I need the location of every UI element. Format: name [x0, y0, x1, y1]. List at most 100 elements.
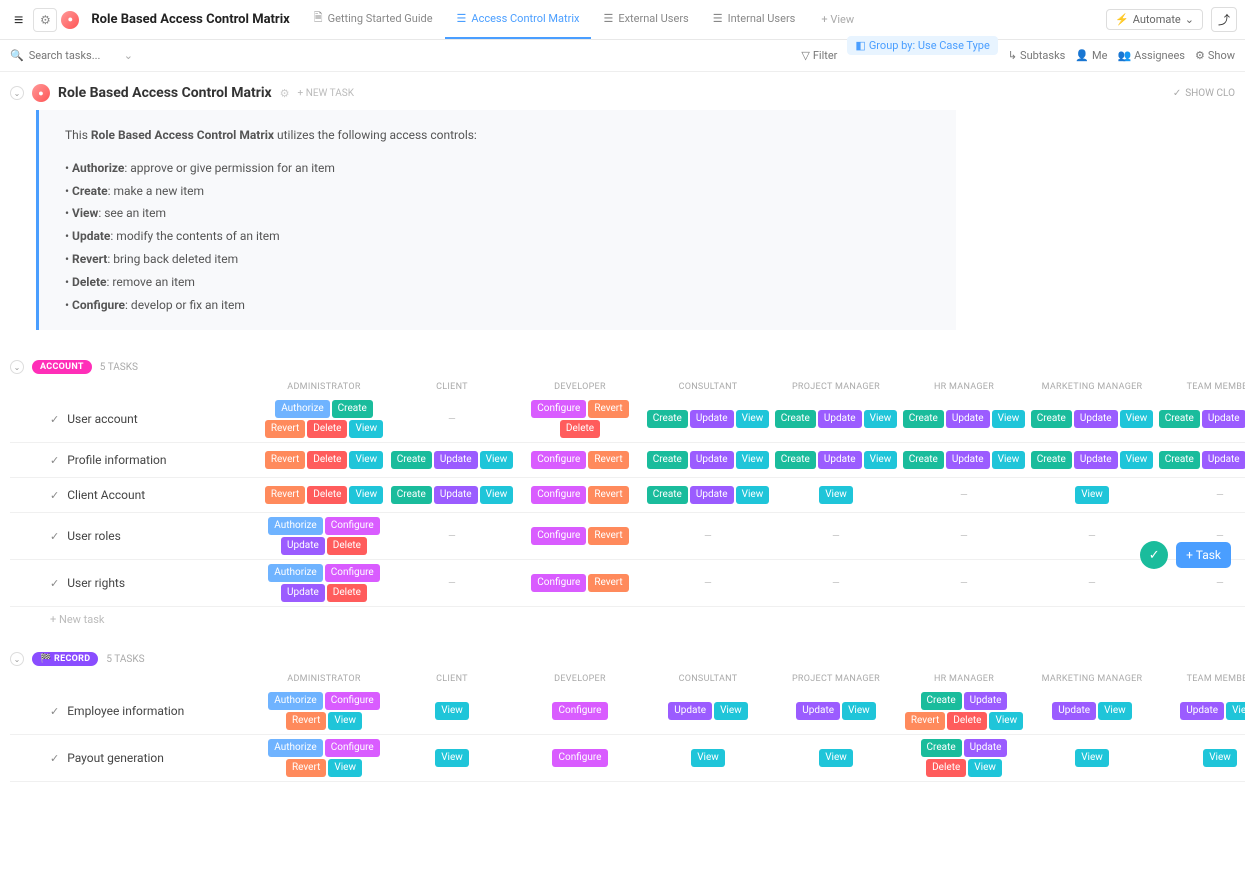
permission-pill-update[interactable]: Update	[1074, 451, 1118, 469]
permission-pill-revert[interactable]: Revert	[588, 400, 628, 418]
permission-pill-view[interactable]: View	[819, 749, 853, 767]
column-header[interactable]: MARKETING MANAGER	[1028, 378, 1156, 396]
group-badge[interactable]: 🏁 RECORD	[32, 652, 98, 666]
chevron-down-icon[interactable]: ⌄	[124, 49, 133, 62]
permission-pill-view[interactable]: View	[691, 749, 725, 767]
permission-pill-view[interactable]: View	[864, 410, 898, 428]
task-row-name[interactable]: ✓User account	[10, 406, 260, 432]
permission-pill-create[interactable]: Create	[1159, 451, 1200, 469]
permission-pill-configure[interactable]: Configure	[531, 400, 586, 418]
group-badge[interactable]: ACCOUNT	[32, 360, 92, 374]
assignees-button[interactable]: 👥 Assignees	[1117, 49, 1185, 62]
permission-pill-delete[interactable]: Delete	[947, 712, 987, 730]
menu-icon[interactable]: ≡	[8, 10, 29, 30]
subtasks-button[interactable]: ↳ Subtasks	[1008, 49, 1066, 62]
filter-button[interactable]: ▽ Filter	[801, 49, 837, 62]
permission-pill-update[interactable]: Update	[1202, 451, 1245, 469]
permission-pill-update[interactable]: Update	[818, 410, 862, 428]
permission-pill-create[interactable]: Create	[647, 451, 688, 469]
permission-pill-create[interactable]: Create	[921, 692, 962, 710]
new-task-fab[interactable]: + Task	[1176, 542, 1231, 568]
permission-pill-view[interactable]: View	[435, 749, 469, 767]
task-row-name[interactable]: ✓Payout generation	[10, 745, 260, 771]
permission-pill-view[interactable]: View	[864, 451, 898, 469]
avatar[interactable]: ●	[61, 11, 79, 29]
share-button[interactable]: ⤴	[1211, 7, 1237, 32]
column-header[interactable]: TEAM MEMBER	[1156, 670, 1245, 688]
permission-pill-revert[interactable]: Revert	[265, 451, 305, 469]
permission-pill-delete[interactable]: Delete	[307, 451, 347, 469]
check-icon[interactable]: ✓	[50, 530, 59, 543]
permission-pill-update[interactable]: Update	[434, 451, 478, 469]
permission-pill-create[interactable]: Create	[1159, 410, 1200, 428]
permission-pill-update[interactable]: Update	[690, 410, 734, 428]
task-row-name[interactable]: ✓User roles	[10, 523, 260, 549]
permission-pill-delete[interactable]: Delete	[307, 486, 347, 504]
permission-pill-create[interactable]: Create	[391, 451, 432, 469]
permission-pill-revert[interactable]: Revert	[286, 712, 326, 730]
permission-pill-update[interactable]: Update	[946, 410, 990, 428]
quick-action-fab[interactable]: ✓	[1140, 541, 1168, 569]
permission-pill-update[interactable]: Update	[964, 739, 1008, 757]
permission-pill-update[interactable]: Update	[1052, 702, 1096, 720]
permission-pill-delete[interactable]: Delete	[560, 420, 600, 438]
permission-pill-revert[interactable]: Revert	[286, 759, 326, 777]
search-input[interactable]	[29, 49, 119, 62]
permission-pill-view[interactable]: View	[819, 486, 853, 504]
column-header[interactable]: CONSULTANT	[644, 378, 772, 396]
column-header[interactable]: TEAM MEMBER	[1156, 378, 1245, 396]
column-header[interactable]: HR MANAGER	[900, 378, 1028, 396]
column-header[interactable]: DEVELOPER	[516, 670, 644, 688]
permission-pill-configure[interactable]: Configure	[325, 564, 380, 582]
check-icon[interactable]: ✓	[50, 489, 59, 502]
permission-pill-view[interactable]: View	[480, 451, 514, 469]
permission-pill-view[interactable]: View	[736, 486, 770, 504]
permission-pill-update[interactable]: Update	[946, 451, 990, 469]
permission-pill-configure[interactable]: Configure	[531, 574, 586, 592]
permission-pill-view[interactable]: View	[992, 451, 1026, 469]
permission-pill-revert[interactable]: Revert	[905, 712, 945, 730]
check-icon[interactable]: ✓	[50, 752, 59, 765]
permission-pill-view[interactable]: View	[349, 420, 383, 438]
permission-pill-configure[interactable]: Configure	[552, 749, 607, 767]
permission-pill-create[interactable]: Create	[775, 451, 816, 469]
check-icon[interactable]: ✓	[50, 577, 59, 590]
me-button[interactable]: 👤 Me	[1075, 49, 1107, 62]
column-header[interactable]: CONSULTANT	[644, 670, 772, 688]
permission-pill-configure[interactable]: Configure	[325, 692, 380, 710]
column-header[interactable]: CLIENT	[388, 670, 516, 688]
permission-pill-revert[interactable]: Revert	[588, 451, 628, 469]
permission-pill-revert[interactable]: Revert	[265, 420, 305, 438]
permission-pill-revert[interactable]: Revert	[588, 527, 628, 545]
permission-pill-configure[interactable]: Configure	[325, 517, 380, 535]
permission-pill-view[interactable]: View	[1075, 749, 1109, 767]
task-row-name[interactable]: ✓Profile information	[10, 447, 260, 473]
permission-pill-configure[interactable]: Configure	[531, 486, 586, 504]
permission-pill-view[interactable]: View	[328, 759, 362, 777]
permission-pill-authorize[interactable]: Authorize	[268, 517, 322, 535]
tab-access-control[interactable]: ☰Access Control Matrix	[445, 0, 592, 39]
settings-button[interactable]: ⚙	[33, 8, 57, 32]
permission-pill-view[interactable]: View	[328, 712, 362, 730]
permission-pill-view[interactable]: View	[992, 410, 1026, 428]
search-box[interactable]: 🔍 ⌄	[10, 49, 133, 62]
permission-pill-authorize[interactable]: Authorize	[268, 564, 322, 582]
automate-button[interactable]: ⚡ Automate ⌄	[1106, 9, 1203, 30]
permission-pill-view[interactable]: View	[1120, 410, 1154, 428]
permission-pill-view[interactable]: View	[736, 451, 770, 469]
permission-pill-create[interactable]: Create	[903, 451, 944, 469]
new-task-button[interactable]: + NEW TASK	[298, 88, 354, 99]
permission-pill-update[interactable]: Update	[281, 537, 325, 555]
collapse-group-button[interactable]: ⌄	[10, 360, 24, 374]
permission-pill-delete[interactable]: Delete	[327, 584, 367, 602]
permission-pill-create[interactable]: Create	[647, 410, 688, 428]
permission-pill-configure[interactable]: Configure	[552, 702, 607, 720]
permission-pill-view[interactable]: View	[1120, 451, 1154, 469]
permission-pill-revert[interactable]: Revert	[588, 574, 628, 592]
permission-pill-configure[interactable]: Configure	[325, 739, 380, 757]
tab-getting-started[interactable]: 🗎Getting Started Guide	[302, 0, 445, 39]
list-settings-icon[interactable]: ⚙	[280, 87, 290, 100]
tab-internal-users[interactable]: ☰Internal Users	[701, 0, 808, 39]
check-icon[interactable]: ✓	[50, 413, 59, 426]
column-header[interactable]: MARKETING MANAGER	[1028, 670, 1156, 688]
